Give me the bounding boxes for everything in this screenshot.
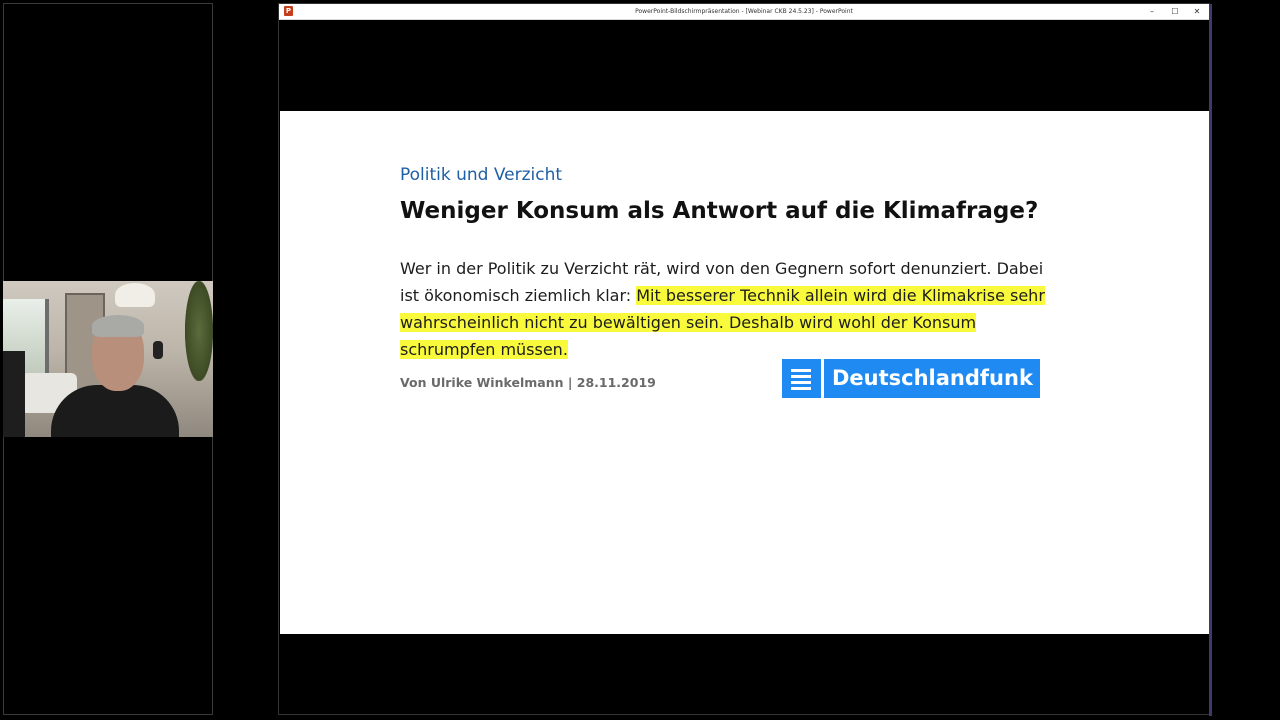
powerpoint-window: P PowerPoint-Bildschirmpräsentation - [W…: [278, 3, 1212, 716]
room-plant: [185, 281, 213, 381]
minimize-button[interactable]: –: [1141, 4, 1163, 19]
presenter-hair: [92, 315, 144, 337]
presenter-headset: [153, 341, 163, 359]
close-button[interactable]: ✕: [1186, 4, 1208, 19]
participant-video[interactable]: [3, 281, 213, 437]
article-byline: Von Ulrike Winkelmann | 28.11.2019: [400, 375, 656, 390]
slide[interactable]: Politik und Verzicht Weniger Konsum als …: [280, 111, 1209, 634]
room-lamp: [115, 283, 155, 307]
article-headline: Weniger Konsum als Antwort auf die Klima…: [400, 198, 1039, 224]
room-monitor: [3, 351, 25, 437]
window-edge: [1209, 4, 1212, 716]
presenter-body: [51, 385, 179, 437]
article-kicker: Politik und Verzicht: [400, 165, 563, 185]
article-teaser: Wer in der Politik zu Verzicht rät, wird…: [400, 255, 1060, 363]
deutschlandfunk-logo: Deutschlandfunk: [782, 359, 1040, 398]
maximize-button[interactable]: ☐: [1164, 4, 1186, 19]
deutschlandfunk-logo-text: Deutschlandfunk: [824, 359, 1040, 398]
title-bar[interactable]: P PowerPoint-Bildschirmpräsentation - [W…: [279, 4, 1209, 20]
window-title: PowerPoint-Bildschirmpräsentation - [Web…: [635, 8, 853, 15]
deutschlandfunk-logo-icon: [782, 359, 821, 398]
